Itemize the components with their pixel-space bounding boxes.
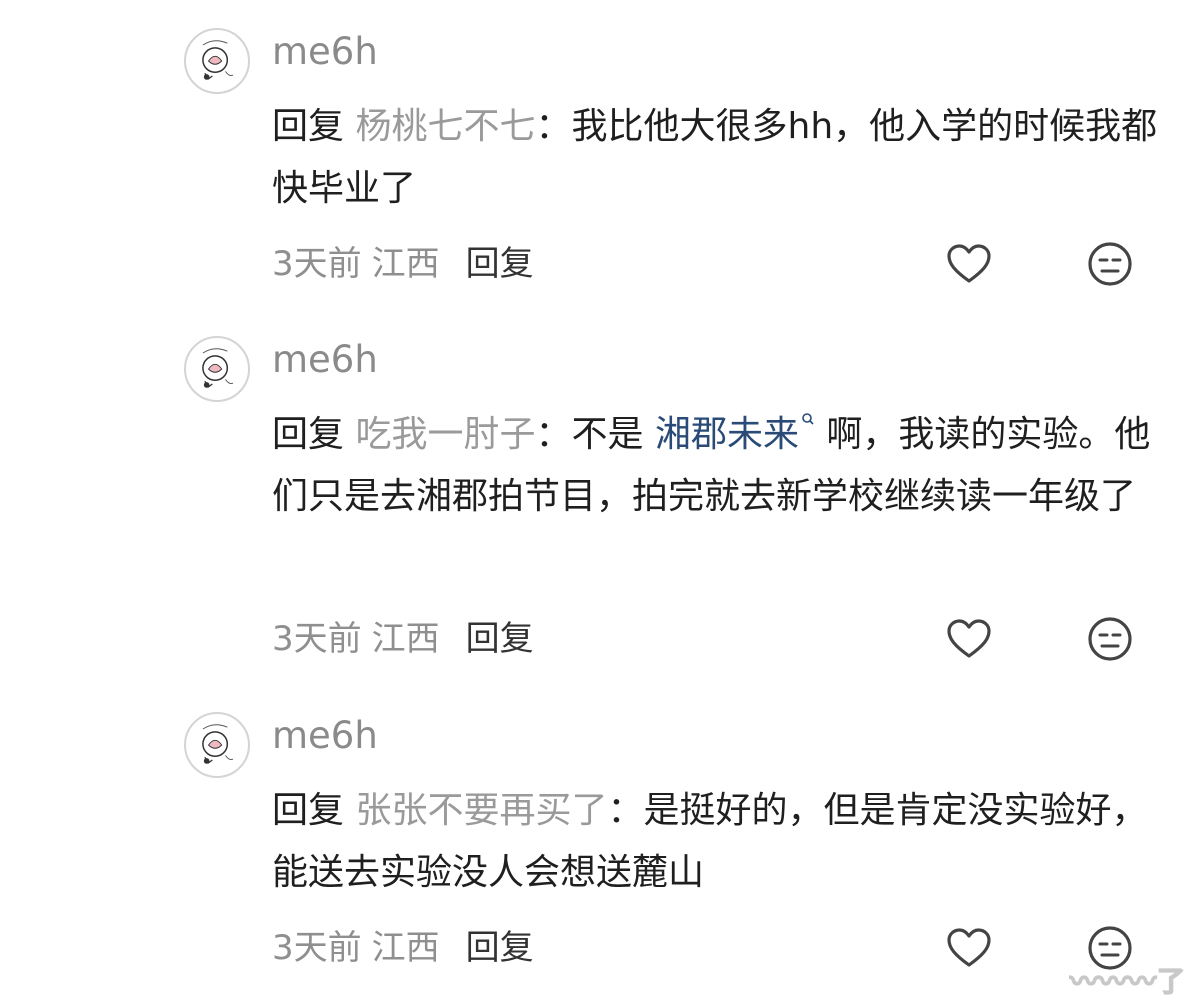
username[interactable]: me6h [272,30,378,74]
reply-colon: ： [535,106,572,147]
reply-prefix: 回复 [272,106,345,147]
search-link-icon [802,413,814,425]
reply-button[interactable]: 回复 [466,619,534,659]
avatar[interactable] [184,336,250,402]
avatar-sketch-icon [188,340,246,398]
reply-prefix: 回复 [272,414,345,455]
reply-colon: ： [607,790,644,831]
comment-text: 回复 杨桃七不七：我比他大很多hh，他入学的时候我都快毕业了 [272,96,1172,220]
comment-content: 不是 [571,414,655,455]
heart-icon[interactable] [945,240,993,288]
username[interactable]: me6h [272,714,378,758]
meh-face-icon[interactable] [1086,615,1134,663]
reply-target-user[interactable]: 吃我一肘子 [355,414,535,455]
avatar-sketch-icon [188,716,246,774]
reply-colon: ： [535,414,572,455]
meh-face-icon[interactable] [1086,240,1134,288]
avatar-sketch-icon [188,32,246,90]
reply-prefix: 回复 [272,790,345,831]
comment-text: 回复 吃我一肘子：不是 湘郡未来 啊，我读的实验。他们只是去湘郡拍节目，拍完就去… [272,404,1172,528]
topic-link[interactable]: 湘郡未来 [655,414,799,455]
comment-time: 3天前 [272,928,362,968]
avatar[interactable] [184,712,250,778]
reply-button[interactable]: 回复 [466,244,534,284]
heart-icon[interactable] [945,924,993,972]
comment-location: 江西 [371,619,440,659]
reply-target-user[interactable]: 杨桃七不七 [355,106,535,147]
heart-icon[interactable] [945,615,993,663]
username[interactable]: me6h [272,338,378,382]
comment-text: 回复 张张不要再买了：是挺好的，但是肯定没实验好，能送去实验没人会想送麓山 [272,780,1172,904]
reply-button[interactable]: 回复 [466,928,534,968]
comment-meta: 3天前 江西 回复 [272,926,534,970]
reply-target-user[interactable]: 张张不要再买了 [355,790,607,831]
comment-time: 3天前 [272,244,362,284]
comment-meta: 3天前 江西 回复 [272,617,534,661]
comment-location: 江西 [371,928,440,968]
comment-meta: 3天前 江西 回复 [272,242,534,286]
avatar[interactable] [184,28,250,94]
comment-time: 3天前 [272,619,362,659]
watermark: 〰〰〰了 [1069,964,1186,998]
comment-location: 江西 [371,244,440,284]
